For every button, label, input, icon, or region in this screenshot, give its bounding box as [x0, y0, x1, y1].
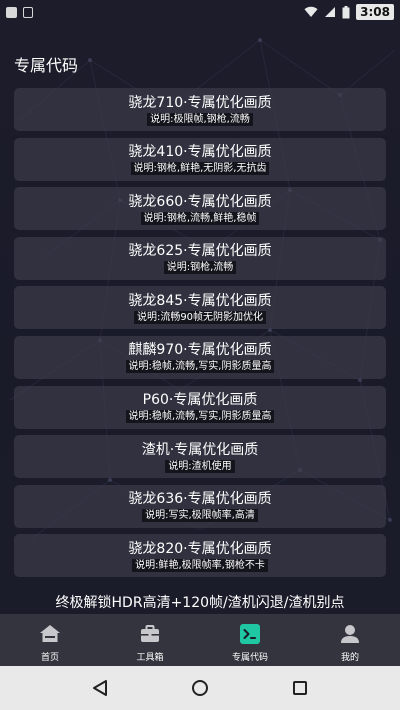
card-desc: 说明:稳帧,流畅,写实,阴影质量高	[125, 360, 275, 374]
recents-square-icon	[293, 681, 307, 695]
card-title: P60·专属优化画质	[142, 392, 258, 409]
card-title: 骁龙845·专属优化画质	[128, 292, 272, 309]
code-list: 骁龙710·专属优化画质 说明:极限帧,钢枪,流畅 骁龙410·专属优化画质 说…	[14, 88, 386, 584]
signal-icon	[325, 7, 336, 17]
home-system-button[interactable]	[188, 676, 212, 700]
card-desc: 说明:钢枪,流畅	[163, 261, 237, 275]
code-terminal-icon	[240, 624, 260, 644]
code-card-kirin970[interactable]: 麒麟970·专属优化画质 说明:稳帧,流畅,写实,阴影质量高	[14, 335, 386, 379]
back-triangle-icon	[93, 680, 107, 696]
user-icon	[341, 625, 359, 643]
app-screen: 3:08 专属代码 骁龙710·专属优化画质 说明:极限帧,钢枪,流畅 骁龙41…	[0, 0, 400, 710]
code-card-710[interactable]: 骁龙710·专属优化画质 说明:极限帧,钢枪,流畅	[14, 88, 386, 131]
nav-item-toolbox[interactable]: 工具箱	[100, 614, 200, 666]
bottom-nav: 首页 工具箱 专属代码 我的	[0, 614, 400, 666]
code-card-660[interactable]: 骁龙660·专属优化画质 说明:钢枪,流畅,鲜艳,稳帧	[14, 187, 386, 231]
android-nav-bar	[0, 666, 400, 710]
unlock-hdr-item[interactable]: 终极解锁HDR高清+120帧/渣机闪退/渣机别点	[0, 592, 400, 612]
page-title: 专属代码	[14, 56, 79, 75]
recents-button[interactable]	[288, 676, 312, 700]
status-left	[6, 6, 33, 18]
card-desc: 说明:渣机使用	[165, 459, 235, 473]
nav-label: 我的	[340, 653, 359, 663]
card-title: 骁龙660·专属优化画质	[128, 193, 272, 210]
home-circle-icon	[192, 680, 208, 696]
wifi-icon	[304, 6, 318, 18]
card-desc: 说明:极限帧,钢枪,流畅	[147, 112, 253, 126]
card-title: 骁龙820·专属优化画质	[128, 540, 272, 557]
card-title: 骁龙625·专属优化画质	[128, 243, 272, 260]
sim-notification-icon	[23, 6, 33, 18]
card-desc: 说明:钢枪,流畅,鲜艳,稳帧	[140, 211, 260, 225]
code-card-820[interactable]: 骁龙820·专属优化画质 说明:鲜艳,极限帧率,钢枪不卡	[14, 534, 386, 578]
code-card-636[interactable]: 骁龙636·专属优化画质 说明:写实,极限帧率,高清	[14, 484, 386, 528]
nav-label: 专属代码	[231, 653, 268, 663]
app-notification-icon	[6, 6, 17, 18]
card-title: 骁龙636·专属优化画质	[128, 491, 272, 508]
card-desc: 说明:鲜艳,极限帧率,钢枪不卡	[132, 558, 268, 572]
nav-item-me[interactable]: 我的	[300, 614, 400, 666]
nav-label: 首页	[40, 653, 59, 663]
status-time: 3:08	[356, 4, 394, 20]
code-card-845[interactable]: 骁龙845·专属优化画质 说明:流畅90帧无阴影加优化	[14, 286, 386, 330]
nav-item-home[interactable]: 首页	[0, 614, 100, 666]
card-title: 骁龙410·专属优化画质	[128, 144, 272, 161]
card-desc: 说明:流畅90帧无阴影加优化	[133, 310, 267, 324]
back-button[interactable]	[88, 676, 112, 700]
card-desc: 说明:写实,极限帧率,高清	[142, 509, 258, 523]
home-icon	[40, 625, 60, 642]
code-card-625[interactable]: 骁龙625·专属优化画质 说明:钢枪,流畅	[14, 236, 386, 280]
nav-item-code[interactable]: 专属代码	[200, 614, 300, 666]
code-card-p60[interactable]: P60·专属优化画质 说明:稳帧,流畅,写实,阴影质量高	[14, 385, 386, 429]
toolbox-icon	[141, 625, 159, 642]
card-title: 骁龙710·专属优化画质	[128, 94, 272, 111]
code-card-low-end[interactable]: 渣机·专属优化画质 说明:渣机使用	[14, 435, 386, 479]
battery-icon	[342, 5, 350, 18]
status-right: 3:08	[304, 4, 394, 20]
code-card-410[interactable]: 骁龙410·专属优化画质 说明:钢枪,鲜艳,无阴影,无抗齿	[14, 137, 386, 181]
status-bar: 3:08	[0, 0, 400, 24]
nav-label: 工具箱	[136, 653, 164, 663]
card-desc: 说明:钢枪,鲜艳,无阴影,无抗齿	[130, 162, 270, 176]
card-desc: 说明:稳帧,流畅,写实,阴影质量高	[125, 410, 275, 424]
card-title: 麒麟970·专属优化画质	[128, 342, 272, 359]
card-title: 渣机·专属优化画质	[141, 441, 259, 458]
